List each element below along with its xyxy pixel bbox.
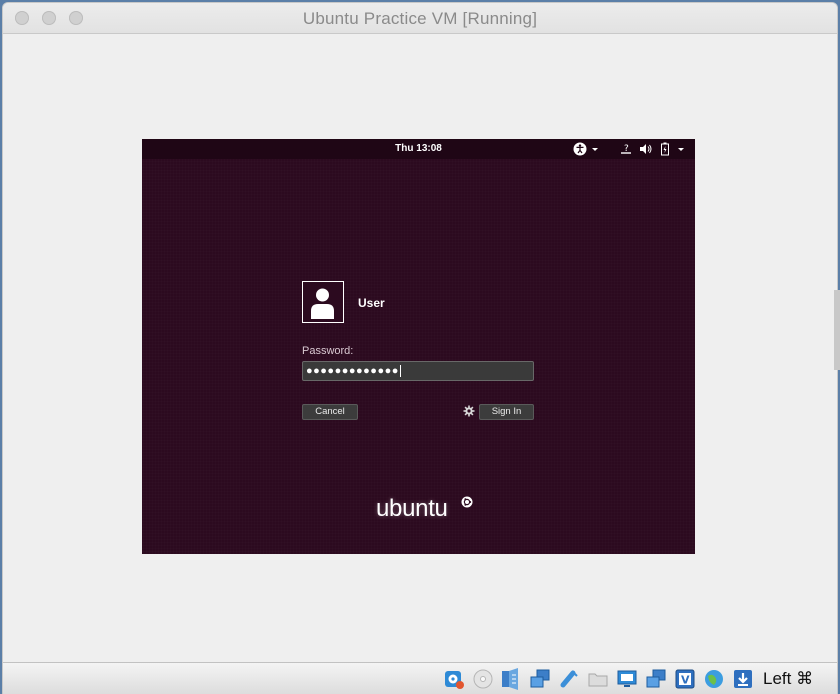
usb-icon[interactable] xyxy=(558,668,580,690)
cancel-button[interactable]: Cancel xyxy=(302,404,358,420)
network-unknown-icon[interactable]: ? xyxy=(620,142,632,156)
virtualbox-icon[interactable]: V xyxy=(674,668,696,690)
host-key-label: Left ⌘ xyxy=(763,669,814,688)
gnome-top-bar: Thu 13:08 ? xyxy=(142,139,695,159)
shared-folder-icon[interactable] xyxy=(587,668,609,690)
vm-status-bar: V Left ⌘ xyxy=(3,662,837,694)
password-value: ●●●●●●●●●●●●● xyxy=(306,365,399,377)
audio-icon[interactable] xyxy=(500,668,522,690)
globe-icon[interactable] xyxy=(703,668,725,690)
optical-drive-icon[interactable] xyxy=(472,668,494,690)
accessibility-icon[interactable] xyxy=(573,142,587,156)
title-bar[interactable]: Ubuntu Practice VM [Running] xyxy=(3,3,837,34)
capture-icon[interactable] xyxy=(645,668,667,690)
clock[interactable]: Thu 13:08 xyxy=(142,143,695,154)
network-icon[interactable] xyxy=(529,668,551,690)
password-field[interactable]: ●●●●●●●●●●●●● xyxy=(302,361,534,381)
volume-icon[interactable] xyxy=(639,142,653,156)
session-settings-gear-icon[interactable] xyxy=(462,404,476,418)
dropdown-arrow-icon[interactable] xyxy=(591,142,599,156)
desktop-edge xyxy=(834,290,840,370)
window-title: Ubuntu Practice VM [Running] xyxy=(302,9,538,28)
sign-in-button[interactable]: Sign In xyxy=(479,404,534,420)
password-label: Password: xyxy=(302,345,354,357)
vm-window: Ubuntu Practice VM [Running] Thu 13:08 ? xyxy=(3,3,837,694)
ubuntu-wordmark: ubuntu xyxy=(376,495,448,522)
display-icon[interactable] xyxy=(616,668,638,690)
user-avatar xyxy=(302,281,344,323)
system-menu-arrow-icon[interactable] xyxy=(677,142,685,156)
ubuntu-circle-of-friends-icon xyxy=(461,496,473,508)
vm-display[interactable]: Thu 13:08 ? User Password: ●●●●●●●●●●●●●… xyxy=(142,139,695,554)
battery-icon[interactable] xyxy=(660,142,670,156)
svg-text:V: V xyxy=(681,674,690,687)
user-avatar-icon xyxy=(311,288,334,319)
hard-disk-icon[interactable] xyxy=(443,668,465,690)
username-label: User xyxy=(358,296,385,310)
download-icon[interactable] xyxy=(732,668,754,690)
text-cursor xyxy=(399,365,401,378)
